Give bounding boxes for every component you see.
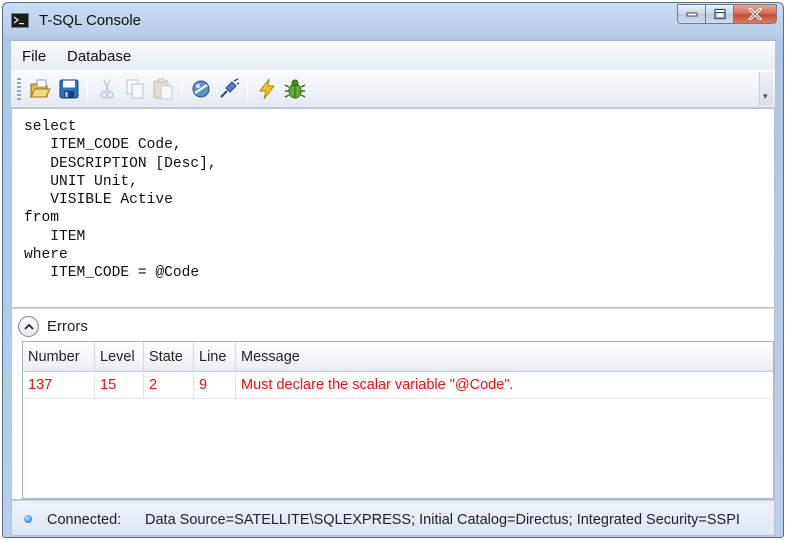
execute-button[interactable]: [255, 77, 279, 101]
error-number-cell: 137: [23, 373, 95, 399]
column-header-message[interactable]: Message: [236, 342, 773, 372]
open-folder-icon: [30, 79, 51, 98]
cut-icon: [100, 79, 114, 99]
minimize-icon: [686, 12, 697, 17]
connect-button[interactable]: [189, 77, 213, 101]
editor-line: select: [24, 119, 77, 135]
copy-button[interactable]: [123, 77, 147, 101]
editor-line: UNIT Unit,: [24, 173, 138, 190]
toolbar-separator: [181, 78, 182, 100]
toolbar-separator: [87, 78, 88, 100]
disconnect-button[interactable]: [217, 77, 241, 101]
errors-grid: Number Level State Line Message 137 15 2…: [22, 341, 774, 499]
connection-status-icon: [24, 515, 32, 523]
menu-bar: File Database: [11, 40, 775, 70]
debug-button[interactable]: [283, 77, 307, 101]
column-header-state[interactable]: State: [144, 342, 194, 372]
maximize-button[interactable]: [705, 4, 733, 24]
close-icon: [748, 8, 762, 20]
chevron-down-icon: ▾: [763, 92, 768, 102]
editor-line: ITEM_CODE Code,: [24, 137, 182, 154]
caption-buttons: [677, 4, 777, 24]
disconnect-icon: [220, 78, 240, 98]
error-state-cell: 2: [144, 373, 194, 399]
save-button[interactable]: [57, 77, 81, 101]
cut-button[interactable]: [95, 77, 119, 101]
minimize-button[interactable]: [677, 4, 705, 24]
errors-title: Errors: [47, 318, 88, 335]
error-level-cell: 15: [95, 373, 144, 399]
editor-line: where: [24, 247, 68, 264]
column-header-line[interactable]: Line: [194, 342, 236, 372]
maximize-icon: [713, 8, 726, 20]
open-button[interactable]: [28, 77, 52, 101]
debug-icon: [284, 79, 306, 99]
status-bar: Connected: Data Source=SATELLITE\SQLEXPR…: [11, 500, 775, 536]
toolbar-grip[interactable]: [17, 78, 21, 100]
connect-icon: [192, 80, 210, 98]
toolbar: ▾: [11, 70, 775, 108]
connection-string: Data Source=SATELLITE\SQLEXPRESS; Initia…: [145, 512, 740, 528]
sql-editor[interactable]: select ITEM_CODE Code, DESCRIPTION [Desc…: [11, 108, 775, 308]
editor-line: ITEM: [24, 228, 86, 245]
window-title: T-SQL Console: [39, 12, 141, 29]
error-message-cell: Must declare the scalar variable "@Code"…: [241, 377, 514, 393]
console-app-icon: [11, 13, 29, 28]
menu-file[interactable]: File: [22, 48, 46, 65]
column-header-level[interactable]: Level: [95, 342, 144, 372]
menu-database[interactable]: Database: [67, 48, 131, 65]
tsql-console-window: T-SQL Console File Database ▾ select ITE…: [2, 2, 784, 538]
editor-line: from: [24, 210, 60, 227]
paste-icon: [153, 78, 173, 100]
collapse-errors-button[interactable]: [18, 316, 39, 337]
paste-button[interactable]: [151, 77, 175, 101]
editor-line: ITEM_CODE = @Code: [24, 265, 200, 282]
errors-header: Errors: [12, 309, 774, 341]
execute-icon: [259, 78, 276, 100]
errors-grid-header: Number Level State Line Message: [23, 342, 773, 372]
close-button[interactable]: [733, 4, 777, 24]
table-row[interactable]: 137 15 2 9 Must declare the scalar varia…: [23, 373, 773, 399]
chevron-up-icon: [24, 323, 34, 330]
error-line-cell: 9: [194, 373, 236, 399]
editor-line: VISIBLE Active: [24, 192, 173, 209]
title-bar[interactable]: T-SQL Console: [3, 3, 783, 39]
column-header-number[interactable]: Number: [23, 342, 95, 372]
save-icon: [59, 79, 79, 99]
toolbar-separator: [247, 78, 248, 100]
status-label: Connected:: [47, 512, 122, 528]
copy-icon: [126, 79, 144, 99]
toolbar-overflow-button[interactable]: ▾: [759, 72, 773, 105]
errors-panel: Errors Number Level State Line Message 1…: [11, 308, 775, 500]
editor-line: DESCRIPTION [Desc],: [24, 155, 217, 172]
